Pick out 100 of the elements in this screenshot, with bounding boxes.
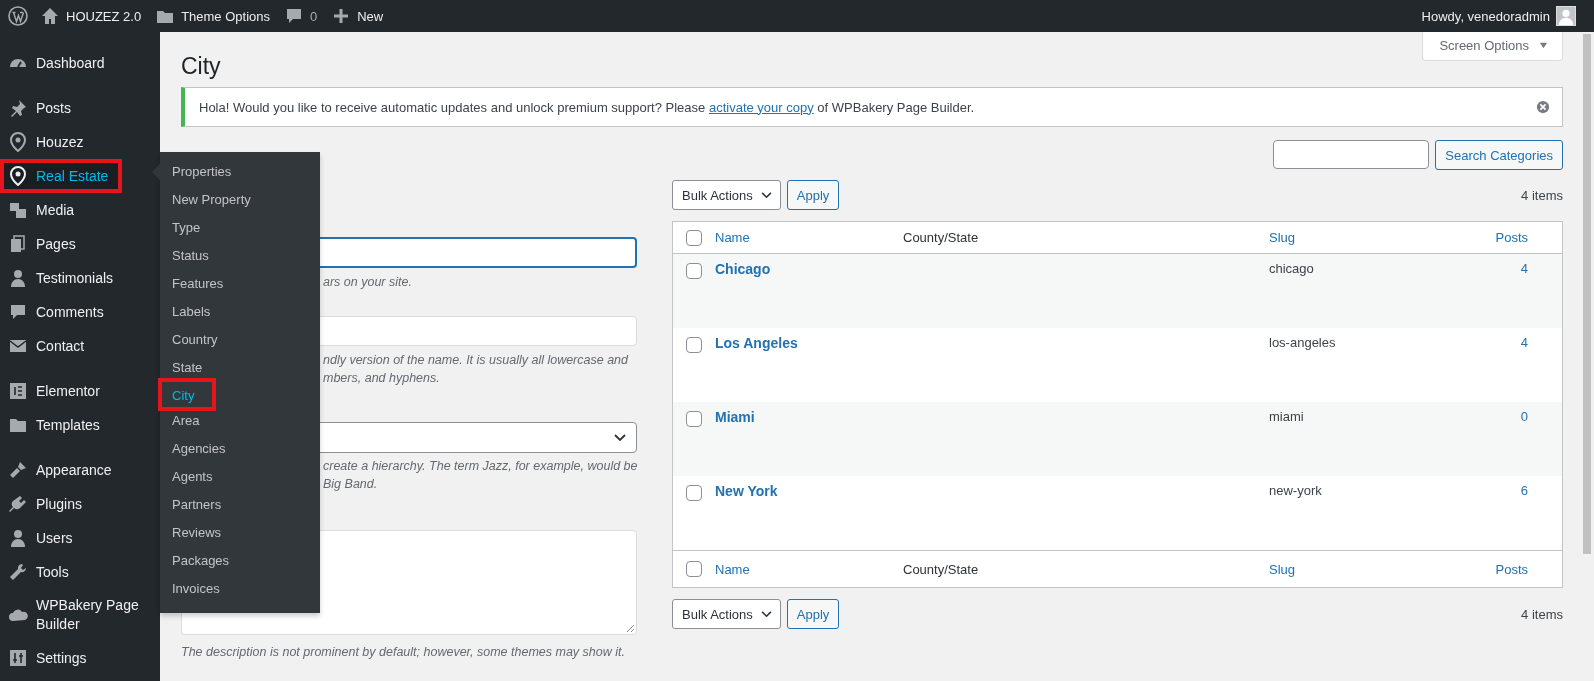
sidebar-item[interactable]: Appearance [0,453,160,487]
row-checkbox[interactable] [686,263,702,279]
media-icon [8,200,28,220]
bulk-actions-dropdown[interactable]: Bulk Actions [672,180,781,210]
map-pin-icon [8,132,28,152]
term-name-link[interactable]: Los Angeles [715,335,798,351]
submenu-item[interactable]: Invoices [160,575,232,603]
new-link[interactable]: New [331,6,384,26]
row-checkbox[interactable] [686,411,702,427]
avatar-icon [1556,6,1576,26]
sidebar-item[interactable]: Posts [0,91,160,125]
select-all-checkbox[interactable] [686,229,702,246]
column-header[interactable]: Posts [1495,230,1528,245]
person-icon [8,528,28,548]
select-all-checkbox[interactable] [686,561,702,577]
column-header[interactable]: Name [715,561,750,577]
submenu-item[interactable]: Agents [160,463,225,491]
page-title: City [181,52,221,81]
hint-text: The description is not prominent by default; however, some themes may show it. [181,644,626,661]
hint-text: Big Band. [323,476,379,493]
hint-text: ars on your site. [323,274,413,291]
scrollbar-thumb[interactable] [1583,34,1591,554]
table-cell: chicago [1269,261,1314,276]
sidebar-item[interactable]: Testimonials [0,261,160,295]
plug-icon [8,494,28,514]
submenu-item[interactable]: New Property [160,186,263,214]
row-checkbox[interactable] [686,337,702,353]
submenu-item[interactable]: Country [160,326,230,354]
sliders-icon [8,648,28,668]
submenu-item[interactable]: Agencies [160,435,238,463]
table-cell: los-angeles [1269,335,1336,350]
sidebar-item[interactable]: Comments [0,295,160,329]
post-count-link[interactable]: 4 [1520,335,1528,350]
post-count-link[interactable]: 4 [1520,261,1528,276]
apply-button[interactable]: Apply [786,599,840,629]
hint-text: create a hierarchy. The term Jazz, for example, would be [323,458,637,475]
submenu-item[interactable]: Partners [160,491,234,519]
post-count-link[interactable]: 0 [1520,409,1528,424]
comments-link[interactable]: 0 [284,6,318,26]
column-header[interactable]: Name [715,230,750,245]
submenu-item[interactable]: Type [160,214,213,242]
sidebar-item[interactable]: Dashboard [0,46,160,80]
item-count: 4 items [1521,606,1563,622]
sidebar-item[interactable]: WPBakery Page Builder [0,589,160,641]
submenu-item[interactable]: State [160,354,215,382]
term-name-link[interactable]: Chicago [715,261,771,277]
hint-text: ndly version of the name. It is usually all lowercase and [323,352,630,369]
activate-link[interactable]: activate your copy [708,99,814,115]
person-icon [8,268,28,288]
column-header[interactable]: Posts [1495,561,1528,577]
paintbrush-icon [8,460,28,480]
search-field[interactable] [1273,140,1430,169]
wordpress-logo-icon [8,6,28,26]
submenu-item[interactable]: Status [160,242,221,270]
hint-text: mbers, and hyphens. [323,370,441,387]
submenu-item[interactable]: Packages [160,547,242,575]
screen-options-button[interactable]: Screen Options [1422,32,1563,61]
sidebar-item[interactable]: Pages [0,227,160,261]
sidebar-item[interactable]: Tools [0,555,160,589]
sidebar-item[interactable]: Templates [0,408,160,442]
account-link[interactable]: Howdy, venedoradmin [1421,6,1576,26]
post-count-link[interactable]: 6 [1520,483,1528,498]
home-icon [40,6,60,26]
table-cell: new-york [1269,483,1322,498]
sidebar-item[interactable]: Settings [0,641,160,675]
comment-icon [8,302,28,322]
submenu-item[interactable]: Labels [160,298,223,326]
term-name-link[interactable]: Miami [715,409,755,425]
theme-options-link[interactable]: Theme Options [155,6,270,26]
apply-button[interactable]: Apply [786,180,840,210]
sidebar-item[interactable]: Real Estate [0,159,122,193]
resize-handle-icon [625,623,635,633]
column-header[interactable]: County/State [903,561,979,577]
sidebar-item[interactable]: Users [0,521,160,555]
column-header[interactable]: Slug [1269,561,1296,577]
row-checkbox[interactable] [686,485,702,501]
elementor-icon [8,381,28,401]
search-button[interactable]: Search Categories [1435,140,1563,170]
bulk-actions-dropdown[interactable]: Bulk Actions [672,599,781,629]
dropdown-arrow-icon [1539,41,1548,50]
sidebar-item[interactable]: Plugins [0,487,160,521]
chevron-down-icon [760,191,772,199]
column-header[interactable]: County/State [903,230,979,245]
term-name-link[interactable]: New York [715,483,778,499]
table-cell: miami [1269,409,1304,424]
comment-icon [284,6,304,26]
submenu-item[interactable]: Features [160,270,236,298]
sidebar-item[interactable]: Houzez [0,125,160,159]
sidebar-item[interactable]: Contact [0,329,160,363]
notice-text: Hola! Would you like to receive automatic updates and unlock premium support? Please activate your copy of WPBakery Page Builder. [199,99,975,115]
sidebar-item[interactable]: Elementor [0,374,160,408]
submenu-item[interactable]: Reviews [160,519,234,547]
sidebar-item[interactable]: Media [0,193,160,227]
site-link[interactable]: HOUZEZ 2.0 [40,6,142,26]
submenu-item[interactable]: Area [160,407,212,435]
column-header[interactable]: Slug [1269,230,1296,245]
submenu-item[interactable]: Properties [160,158,244,186]
map-pin-icon [8,166,28,186]
item-count: 4 items [1521,187,1563,203]
wrench-icon [8,562,28,582]
